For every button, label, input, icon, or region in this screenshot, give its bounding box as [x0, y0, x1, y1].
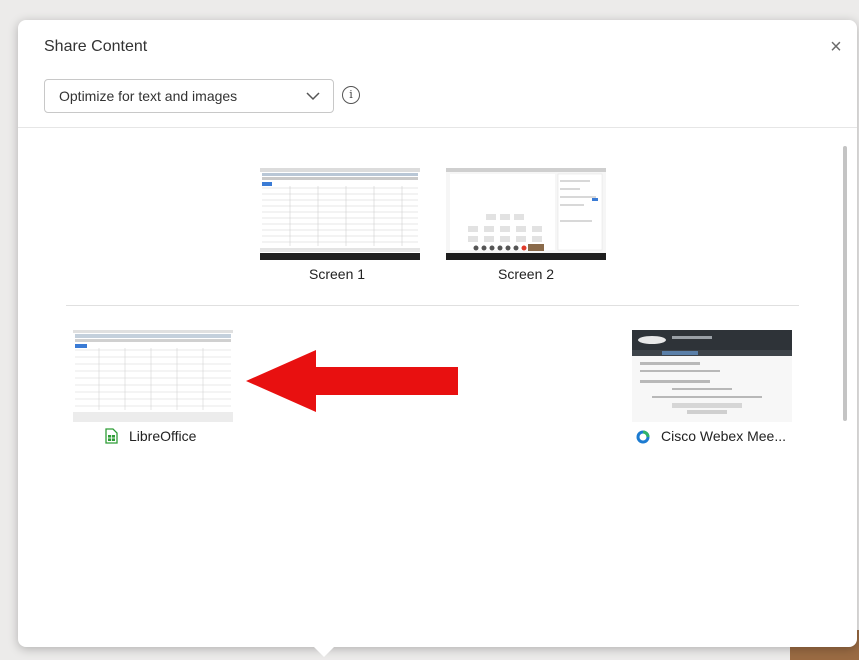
libreoffice-label[interactable]: LibreOffice [129, 428, 196, 444]
scrollbar[interactable] [843, 146, 847, 421]
close-button[interactable]: × [825, 36, 847, 58]
webex-label[interactable]: Cisco Webex Mee... [661, 428, 786, 444]
screen-2-label[interactable]: Screen 2 [498, 266, 554, 282]
info-icon[interactable]: i [342, 86, 360, 104]
libreoffice-calc-icon [105, 428, 118, 444]
screen-2-thumbnail[interactable] [446, 168, 606, 260]
optimize-dropdown[interactable]: Optimize for text and images [44, 79, 334, 113]
chevron-down-icon [306, 92, 320, 101]
screen-1-thumbnail[interactable] [260, 168, 420, 260]
optimize-dropdown-value: Optimize for text and images [59, 88, 238, 104]
webex-icon [636, 430, 650, 444]
webex-window-thumbnail[interactable] [632, 330, 792, 422]
share-content-dialog: Share Content × Optimize for text and im… [18, 20, 857, 647]
red-arrow-annotation [246, 350, 458, 412]
section-divider [66, 305, 799, 306]
screen-1-label[interactable]: Screen 1 [309, 266, 365, 282]
libreoffice-window-thumbnail[interactable] [73, 330, 233, 422]
dialog-title: Share Content [44, 38, 148, 55]
header-divider [18, 127, 857, 128]
dialog-pointer [312, 645, 336, 657]
